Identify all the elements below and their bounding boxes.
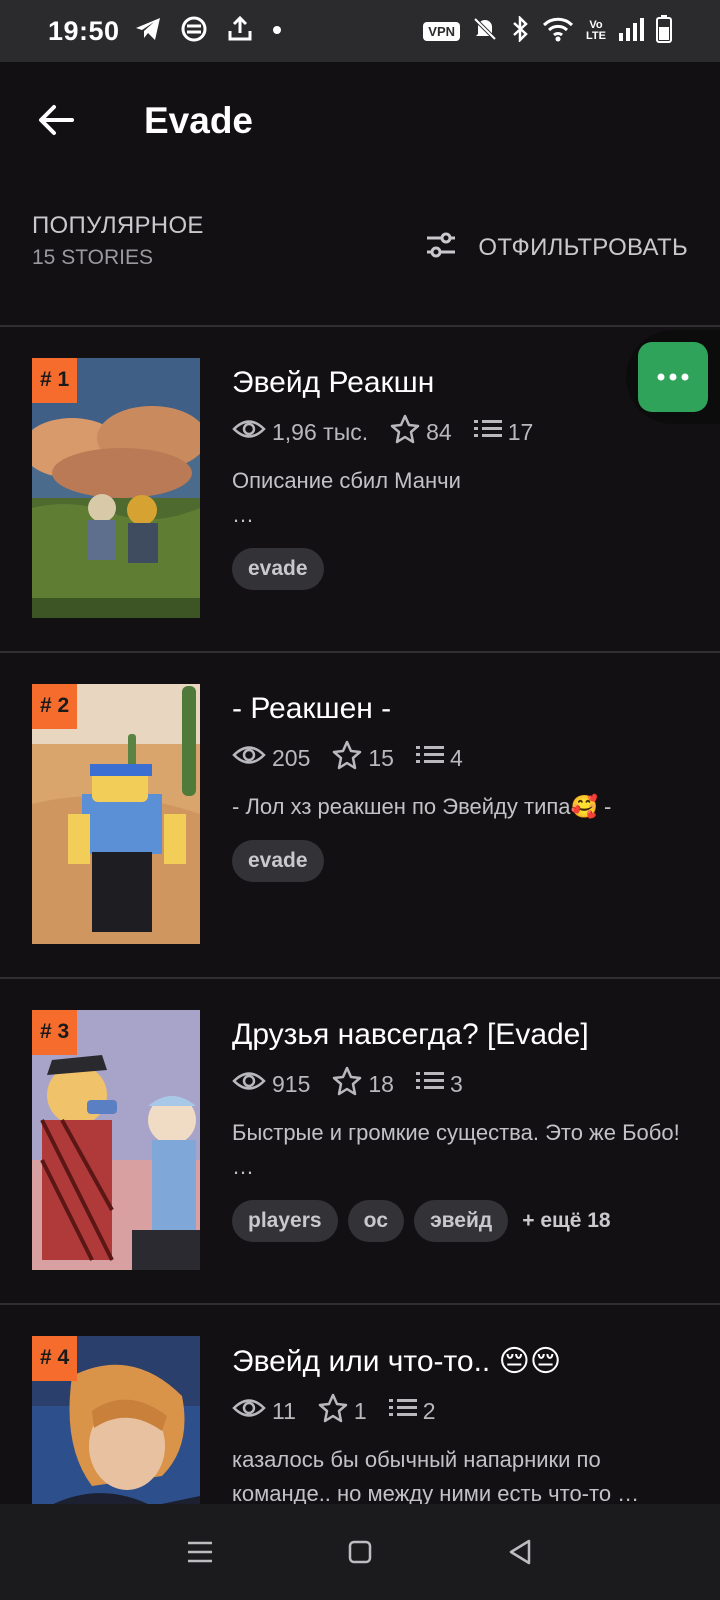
rank-badge: # 2 (32, 684, 78, 729)
story-stats: 915 18 3 (232, 1066, 696, 1102)
eye-icon (232, 1397, 266, 1425)
sort-label: ПОПУЛЯРНОЕ (32, 212, 204, 239)
story-description: Описание сбил Манчи … (232, 468, 461, 527)
menu-icon[interactable] (176, 1528, 224, 1576)
parts-count: 17 (507, 418, 534, 445)
rank-badge: # 4 (32, 1336, 78, 1381)
status-time: 19:50 (48, 15, 120, 46)
story-description: Быстрые и громкие существа. Это же Бобо!… (232, 1120, 680, 1179)
star-icon (332, 1066, 362, 1102)
views-count: 11 (272, 1397, 296, 1424)
wifi-icon (542, 16, 574, 47)
tag-chip[interactable]: oc (347, 1200, 405, 1242)
story-stats: 205 15 4 (232, 740, 696, 776)
parts-count: 4 (449, 744, 463, 771)
story-cover-image[interactable]: # 2 (32, 684, 200, 944)
sort-row: ПОПУЛЯРНОЕ 15 STORIES ОТФИЛЬТРОВАТЬ (32, 212, 688, 292)
upload-icon (226, 15, 254, 48)
story-card[interactable]: # 2 - Реакшен - 205 15 4 - Лол хз реакше… (0, 652, 720, 976)
sliders-icon (426, 232, 456, 263)
story-stats: 1,96 тыс. 84 17 (232, 414, 696, 450)
story-cover-image[interactable]: # 3 (32, 1010, 200, 1270)
stars-count: 15 (368, 744, 394, 771)
star-icon (332, 740, 362, 776)
list-icon (473, 418, 502, 446)
parts-count: 2 (422, 1397, 436, 1424)
eye-icon (232, 418, 266, 446)
list-icon (415, 744, 444, 772)
home-square-icon[interactable] (336, 1528, 384, 1576)
stars-count: 84 (426, 418, 452, 445)
back-triangle-icon[interactable] (496, 1528, 544, 1576)
story-card[interactable]: # 3 Друзья навсегда? [Evade] 915 18 3 Бы… (0, 978, 720, 1302)
views-count: 915 (272, 1070, 311, 1097)
story-title: Друзья навсегда? [Evade] (232, 1018, 589, 1051)
star-icon (390, 414, 420, 450)
bluetooth-icon (510, 14, 530, 47)
parts-count: 3 (449, 1070, 463, 1097)
story-stats: 11 1 2 (232, 1393, 696, 1429)
floating-menu-container (626, 330, 720, 424)
dot-icon (272, 22, 282, 40)
more-dots-icon (657, 368, 689, 386)
list-icon (388, 1397, 417, 1425)
sync-icon (180, 15, 208, 48)
story-title: - Реакшен - (232, 692, 392, 725)
system-nav-bar (0, 1504, 720, 1600)
app-header: Evade (0, 62, 720, 182)
more-options-button[interactable] (638, 342, 708, 412)
mute-icon (472, 16, 498, 47)
filter-label: ОТФИЛЬТРОВАТЬ (478, 233, 688, 261)
vpn-badge: VPN (423, 21, 461, 41)
views-count: 205 (272, 744, 311, 771)
story-title: Эвейд или что-то.. 😔😔 (232, 1345, 562, 1378)
tag-chip[interactable]: evade (232, 548, 324, 590)
stars-count: 1 (353, 1397, 367, 1424)
eye-icon (232, 1070, 266, 1098)
star-icon (318, 1393, 348, 1429)
story-description: - Лол хз реакшен по Эвейду типа🥰 - (232, 794, 612, 819)
battery-icon (656, 14, 672, 48)
list-icon (415, 1070, 444, 1098)
story-cover-image[interactable]: # 4 (32, 1336, 200, 1504)
tag-chip[interactable]: players (232, 1200, 338, 1242)
back-arrow-icon[interactable] (36, 100, 76, 140)
volte-label: Vo LTE (586, 19, 606, 42)
eye-icon (232, 744, 266, 772)
page-title: Evade (144, 100, 254, 141)
rank-badge: # 3 (32, 1010, 78, 1055)
story-description: казалось бы обычный напарники по команде… (232, 1447, 640, 1504)
story-card[interactable]: # 4 Эвейд или что-то.. 😔😔 11 1 2 казалос… (0, 1304, 720, 1504)
status-bar: 19:50 VPN Vo LTE (0, 0, 720, 62)
rank-badge: # 1 (32, 358, 78, 403)
filter-button[interactable]: ОТФИЛЬТРОВАТЬ (426, 232, 688, 263)
stars-count: 18 (368, 1070, 394, 1097)
more-tags-link[interactable]: + ещё 18 (522, 1209, 610, 1233)
signal-icon (618, 17, 644, 46)
views-count: 1,96 тыс. (272, 418, 369, 445)
story-cover-image[interactable]: # 1 (32, 358, 200, 618)
tag-chip[interactable]: evade (232, 840, 324, 882)
telegram-icon (134, 16, 162, 47)
story-card[interactable]: # 1 Эвейд Реакшн 1,96 тыс. 84 17 Описани… (0, 326, 720, 650)
tag-chip[interactable]: эвейд (414, 1200, 509, 1242)
